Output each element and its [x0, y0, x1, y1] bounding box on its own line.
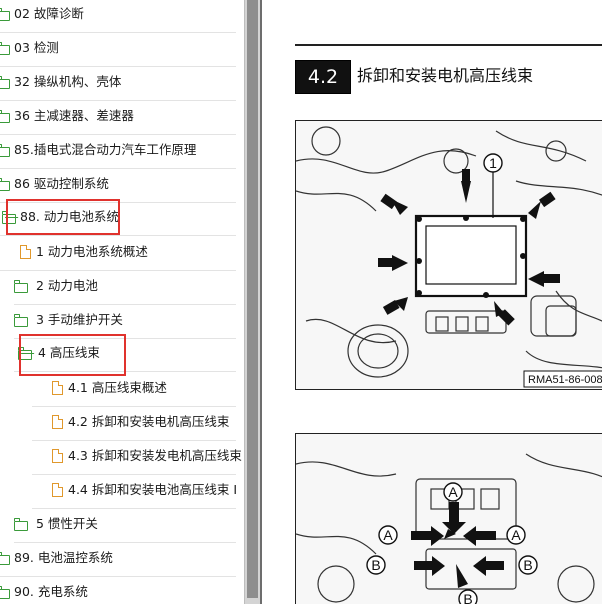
toc-item[interactable]: 02 故障诊断	[0, 2, 244, 26]
toc-divider	[0, 168, 236, 169]
toc-item-label: 85.插电式混合动力汽车工作原理	[14, 142, 197, 157]
toc-item-label: 1 动力电池系统概述	[36, 244, 148, 259]
document-icon	[52, 449, 63, 463]
toc-divider	[32, 440, 236, 441]
figure2-callout-3-text: A	[511, 527, 521, 543]
toc-item[interactable]: 85.插电式混合动力汽车工作原理	[0, 138, 244, 162]
highlight-box	[6, 199, 120, 235]
toc-item[interactable]: 2 动力电池	[0, 274, 244, 298]
toc-item[interactable]: 89. 电池温控系统	[0, 546, 244, 570]
toc-item-label: 90. 充电系统	[14, 584, 88, 599]
figure2-callout-6-text: B	[463, 591, 472, 604]
toc-item-label: 4.1 高压线束概述	[68, 380, 167, 395]
figure2-callout-5-text: B	[523, 557, 532, 573]
figure2-callout-4-text: B	[371, 557, 380, 573]
toc-item-label: 89. 电池温控系统	[14, 550, 113, 565]
toc-sidebar: 02 故障诊断 03 检测 32 操纵机构、壳体 36 主减速器、差速器 85.插电式混…	[0, 0, 244, 604]
toc-item[interactable]: 86 驱动控制系统	[0, 172, 244, 196]
toc-divider	[0, 100, 236, 101]
toc-item-label: 03 检测	[14, 40, 59, 55]
toc-item-label: 4.3 拆卸和安装发电机高压线束	[68, 448, 242, 463]
document-icon	[20, 245, 31, 259]
toc-item[interactable]: 90. 充电系统	[0, 580, 244, 604]
section-number: 4.2	[295, 60, 351, 94]
toc-item[interactable]: 5 惯性开关	[0, 512, 244, 536]
folder-icon	[0, 144, 10, 157]
folder-icon	[0, 586, 10, 599]
toc-item[interactable]: 4.1 高压线束概述	[0, 376, 244, 400]
document-icon	[52, 483, 63, 497]
figure-hv-connectors-drawing: A A A B B B	[296, 453, 602, 604]
toc-divider	[32, 508, 236, 509]
toc-divider	[0, 32, 236, 33]
toc-item[interactable]: 4.4 拆卸和安装电池高压线束 I	[0, 478, 244, 502]
section-title: 拆卸和安装电机高压线束	[357, 66, 534, 85]
document-icon	[52, 415, 63, 429]
folder-icon	[0, 76, 10, 89]
toc-item[interactable]: 3 手动维护开关	[0, 308, 244, 332]
toc-item-label: 32 操纵机构、壳体	[14, 74, 122, 89]
folder-icon	[0, 8, 10, 21]
toc-divider	[0, 235, 236, 236]
toc-divider	[32, 474, 236, 475]
toc-divider	[0, 270, 236, 271]
figure-motor-controller: 1 RMA51-86-008	[295, 120, 602, 390]
folder-icon	[0, 552, 10, 565]
figure2-callout-2-text: A	[383, 527, 393, 543]
toc-item[interactable]: 1 动力电池系统概述	[0, 240, 244, 264]
folder-icon	[14, 314, 28, 327]
toc-scrollbar-thumb[interactable]	[247, 0, 258, 598]
figure1-callout: 1	[489, 155, 497, 171]
header-rule	[295, 44, 602, 46]
folder-icon	[14, 280, 28, 293]
toc-scrollbar[interactable]	[244, 0, 261, 604]
toc-item-label: 2 动力电池	[36, 278, 98, 293]
folder-icon	[0, 42, 10, 55]
toc-item[interactable]: 36 主减速器、差速器	[0, 104, 244, 128]
toc-item-label: 86 驱动控制系统	[14, 176, 109, 191]
figure2-callout-1-text: A	[448, 484, 458, 500]
figure-hv-connectors: A A A B B B	[295, 433, 602, 604]
folder-icon	[0, 110, 10, 123]
folder-icon	[0, 178, 10, 191]
toc-item-label: 02 故障诊断	[14, 6, 84, 21]
toc-item-label: 36 主减速器、差速器	[14, 108, 134, 123]
toc-item[interactable]: 03 检测	[0, 36, 244, 60]
figure-motor-controller-drawing: 1 RMA51-86-008	[296, 126, 602, 388]
document-icon	[52, 381, 63, 395]
toc-item-label: 4.4 拆卸和安装电池高压线束 I	[68, 482, 238, 497]
toc-divider	[0, 134, 236, 135]
toc-divider	[32, 406, 236, 407]
toc-divider	[14, 542, 236, 543]
toc-divider	[0, 576, 236, 577]
highlight-box	[19, 334, 126, 376]
folder-icon	[14, 518, 28, 531]
figure1-label: RMA51-86-008	[528, 374, 602, 386]
toc-item[interactable]: 4.3 拆卸和安装发电机高压线束	[0, 444, 244, 468]
toc-item-label: 3 手动维护开关	[36, 312, 123, 327]
toc-item[interactable]: 4.2 拆卸和安装电机高压线束	[0, 410, 244, 434]
toc-item[interactable]: 32 操纵机构、壳体	[0, 70, 244, 94]
toc-item-label: 5 惯性开关	[36, 516, 98, 531]
document-page: 4.2 拆卸和安装电机高压线束 1 RMA51-86-008 A A A B B…	[262, 0, 602, 604]
toc-divider	[0, 66, 236, 67]
toc-divider	[14, 304, 236, 305]
toc-item-label: 4.2 拆卸和安装电机高压线束	[68, 414, 230, 429]
